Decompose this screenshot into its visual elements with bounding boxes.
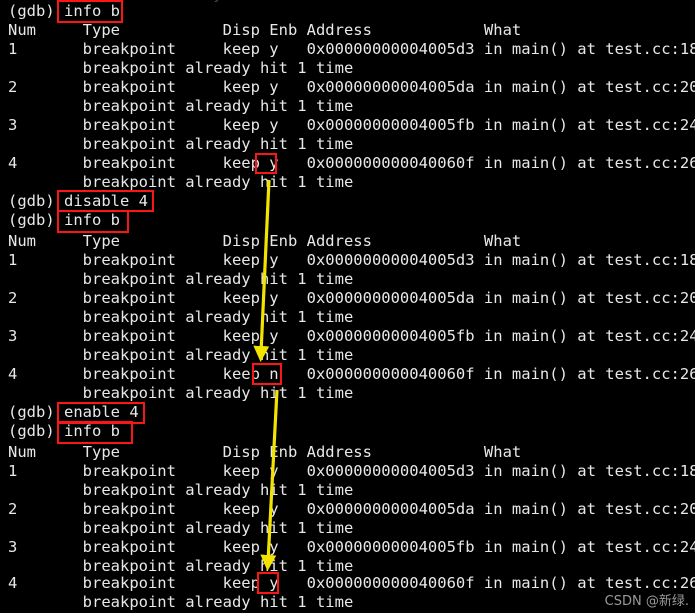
breakpoint-hit-1-3: breakpoint already hit 1 time [8,135,354,153]
breakpoint-hit-1-2: breakpoint already hit 1 time [8,97,354,115]
prompt-line-enable-4: (gdb) enable 4 [8,403,139,421]
breakpoint-hit-2-1: breakpoint already hit 1 time [8,270,354,288]
breakpoint-row-3-2: 2 breakpoint keep y 0x00000000004005da i… [8,500,695,518]
breakpoint-hit-3-4: breakpoint already hit 1 time [8,593,354,611]
breakpoint-row-1-3: 3 breakpoint keep y 0x00000000004005fb i… [8,116,695,134]
breakpoint-row-2-4: 4 breakpoint keep n 0x000000000040060f i… [8,365,695,383]
breakpoint-hit-1-4: breakpoint already hit 1 time [8,173,354,191]
gdb-terminal[interactable]: breakpoint already hit 1 time (gdb) info… [0,0,695,613]
breakpoint-row-2-3: 3 breakpoint keep y 0x00000000004005fb i… [8,327,695,345]
breakpoint-row-1-2: 2 breakpoint keep y 0x00000000004005da i… [8,78,695,96]
breakpoint-hit-2-3: breakpoint already hit 1 time [8,346,354,364]
breakpoint-hit-3-2: breakpoint already hit 1 time [8,519,354,537]
breakpoint-row-3-1: 1 breakpoint keep y 0x00000000004005d3 i… [8,462,695,480]
breakpoint-row-1-1: 1 breakpoint keep y 0x00000000004005d3 i… [8,40,695,58]
breakpoint-row-3-3: 3 breakpoint keep y 0x00000000004005fb i… [8,538,695,556]
breakpoint-row-2-1: 1 breakpoint keep y 0x00000000004005d3 i… [8,251,695,269]
prompt-line-info-b-2: (gdb) info b [8,211,120,229]
prompt-line-info-b-1: (gdb) info b [8,2,120,20]
breakpoint-hit-2-2: breakpoint already hit 1 time [8,308,354,326]
prompt-line-info-b-3: (gdb) info b [8,422,120,440]
prompt-line-disable-4: (gdb) disable 4 [8,192,148,210]
breakpoint-hit-3-1: breakpoint already hit 1 time [8,481,354,499]
breakpoint-row-1-4: 4 breakpoint keep y 0x000000000040060f i… [8,154,695,172]
breakpoint-hit-2-4: breakpoint already hit 1 time [8,384,354,402]
breakpoint-hit-1-1: breakpoint already hit 1 time [8,59,354,77]
breakpoint-row-3-4: 4 breakpoint keep y 0x000000000040060f i… [8,574,695,592]
table-header-2: Num Type Disp Enb Address What [8,232,522,250]
csdn-watermark: CSDN @新绿. [604,594,689,609]
table-header-3: Num Type Disp Enb Address What [8,443,522,461]
table-header-1: Num Type Disp Enb Address What [8,21,522,39]
breakpoint-row-2-2: 2 breakpoint keep y 0x00000000004005da i… [8,289,695,307]
